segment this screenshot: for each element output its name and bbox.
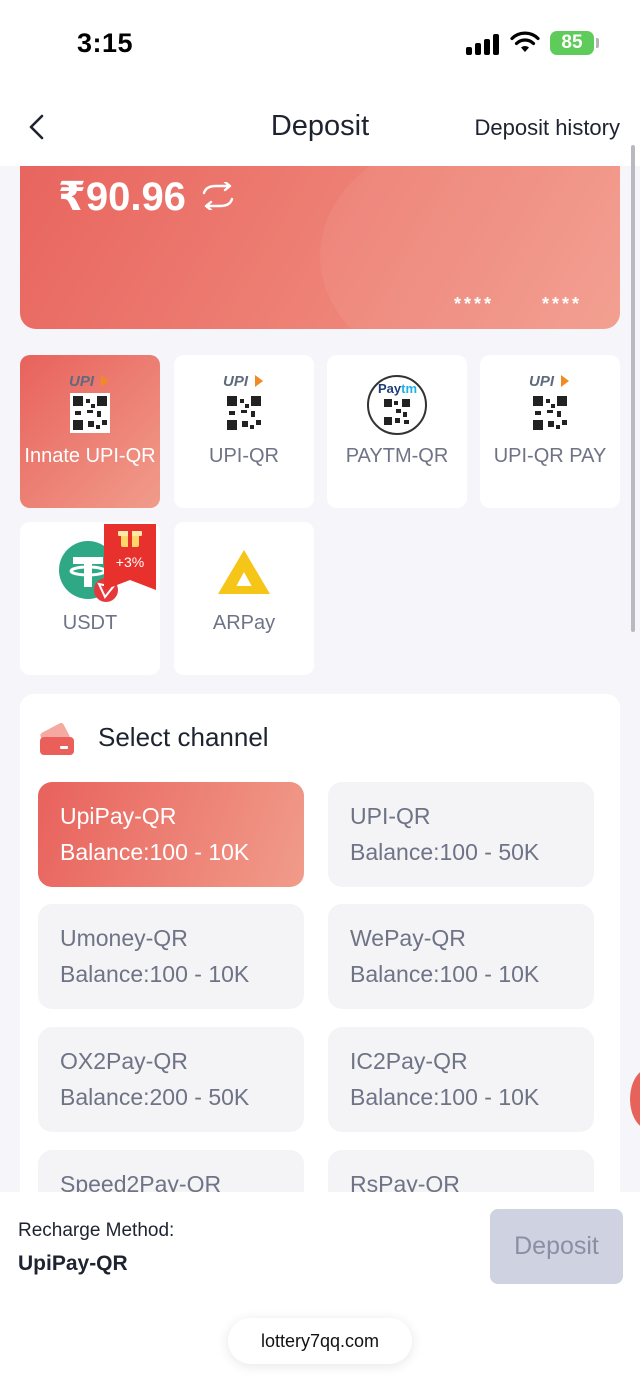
cellular-signal-icon	[466, 33, 502, 55]
method-tile-usdt[interactable]: +3% USDT	[20, 522, 160, 675]
recharge-method-label: Recharge Method:	[18, 1220, 175, 1241]
nav-bar: Deposit Deposit history	[0, 88, 640, 166]
channel-item-ox2pay-qr[interactable]: OX2Pay-QR Balance:200 - 50K	[38, 1027, 304, 1132]
battery-cap	[596, 38, 599, 48]
channel-balance: Balance:100 - 10K	[350, 1084, 540, 1110]
card-mask-1: ****	[454, 294, 495, 314]
balance-card: ₹90.96 **** ****	[20, 166, 620, 329]
card-mask-2: ****	[542, 294, 583, 314]
upi-qr-icon: UPI	[529, 373, 570, 433]
method-tile-innate-upi-qr[interactable]: UPI Innate UPI-QR	[20, 355, 160, 508]
upi-qr-icon: UPI	[69, 373, 110, 433]
method-label: ARPay	[212, 612, 276, 634]
method-label: UPI-QR	[209, 445, 279, 467]
method-label: USDT	[62, 612, 118, 634]
channel-name: UPI-QR	[350, 803, 431, 829]
upi-logo-text: UPI	[69, 373, 95, 390]
bottom-bar: Recharge Method: UpiPay-QR Deposit lotte…	[0, 1192, 640, 1387]
method-label: UPI-QR PAY	[493, 445, 607, 467]
card-stack-icon	[40, 723, 74, 755]
status-bar: 3:15 85	[0, 0, 640, 88]
recharge-method-value: UpiPay-QR	[18, 1252, 128, 1275]
refresh-icon[interactable]	[200, 182, 236, 210]
method-tile-paytm-qr[interactable]: Paytm PAYTM-QR	[327, 355, 467, 508]
channel-item-wepay-qr[interactable]: WePay-QR Balance:100 - 10K	[328, 904, 594, 1009]
deposit-button[interactable]: Deposit	[490, 1209, 623, 1284]
channel-item-upi-qr[interactable]: UPI-QR Balance:100 - 50K	[328, 782, 594, 887]
battery-indicator: 85	[550, 31, 594, 55]
channel-balance: Balance:100 - 50K	[350, 839, 540, 865]
channel-item-upipay-qr[interactable]: UpiPay-QR Balance:100 - 10K	[38, 782, 304, 887]
channel-name: IC2Pay-QR	[350, 1048, 468, 1074]
method-tile-upi-qr[interactable]: UPI UPI-QR	[174, 355, 314, 508]
status-time: 3:15	[77, 28, 134, 58]
method-label: Innate UPI-QR	[24, 445, 156, 467]
method-label: PAYTM-QR	[345, 445, 449, 467]
wifi-icon	[510, 31, 540, 52]
upi-logo-text: UPI	[223, 373, 249, 390]
promo-badge-text: +3%	[115, 554, 145, 570]
channel-balance: Balance:200 - 50K	[60, 1084, 250, 1110]
method-tile-upi-qr-pay[interactable]: UPI UPI-QR PAY	[480, 355, 620, 508]
channel-item-umoney-qr[interactable]: Umoney-QR Balance:100 - 10K	[38, 904, 304, 1009]
channel-balance: Balance:100 - 10K	[350, 961, 540, 987]
channel-panel: Select channel UpiPay-QR Balance:100 - 1…	[20, 694, 620, 1255]
paytm-qr-icon: Paytm	[367, 375, 427, 435]
paytm-logo-text: Paytm	[378, 381, 417, 396]
arpay-icon	[218, 550, 270, 594]
channel-name: OX2Pay-QR	[60, 1048, 188, 1074]
channel-name: WePay-QR	[350, 925, 466, 951]
upi-logo-text: UPI	[529, 373, 555, 390]
deposit-history-link[interactable]: Deposit history	[474, 115, 620, 141]
channel-item-ic2pay-qr[interactable]: IC2Pay-QR Balance:100 - 10K	[328, 1027, 594, 1132]
channel-name: UpiPay-QR	[60, 803, 177, 829]
page-scrollbar[interactable]	[631, 145, 635, 632]
floating-service-button[interactable]	[630, 1068, 640, 1130]
channel-name: Umoney-QR	[60, 925, 188, 951]
select-channel-title: Select channel	[98, 722, 269, 752]
method-tile-arpay[interactable]: ARPay	[174, 522, 314, 675]
channel-balance: Balance:100 - 10K	[60, 961, 250, 987]
channel-balance: Balance:100 - 10K	[60, 839, 250, 865]
balance-amount: ₹90.96	[58, 175, 186, 219]
browser-url-pill[interactable]: lottery7qq.com	[228, 1318, 412, 1364]
upi-qr-icon: UPI	[223, 373, 264, 433]
